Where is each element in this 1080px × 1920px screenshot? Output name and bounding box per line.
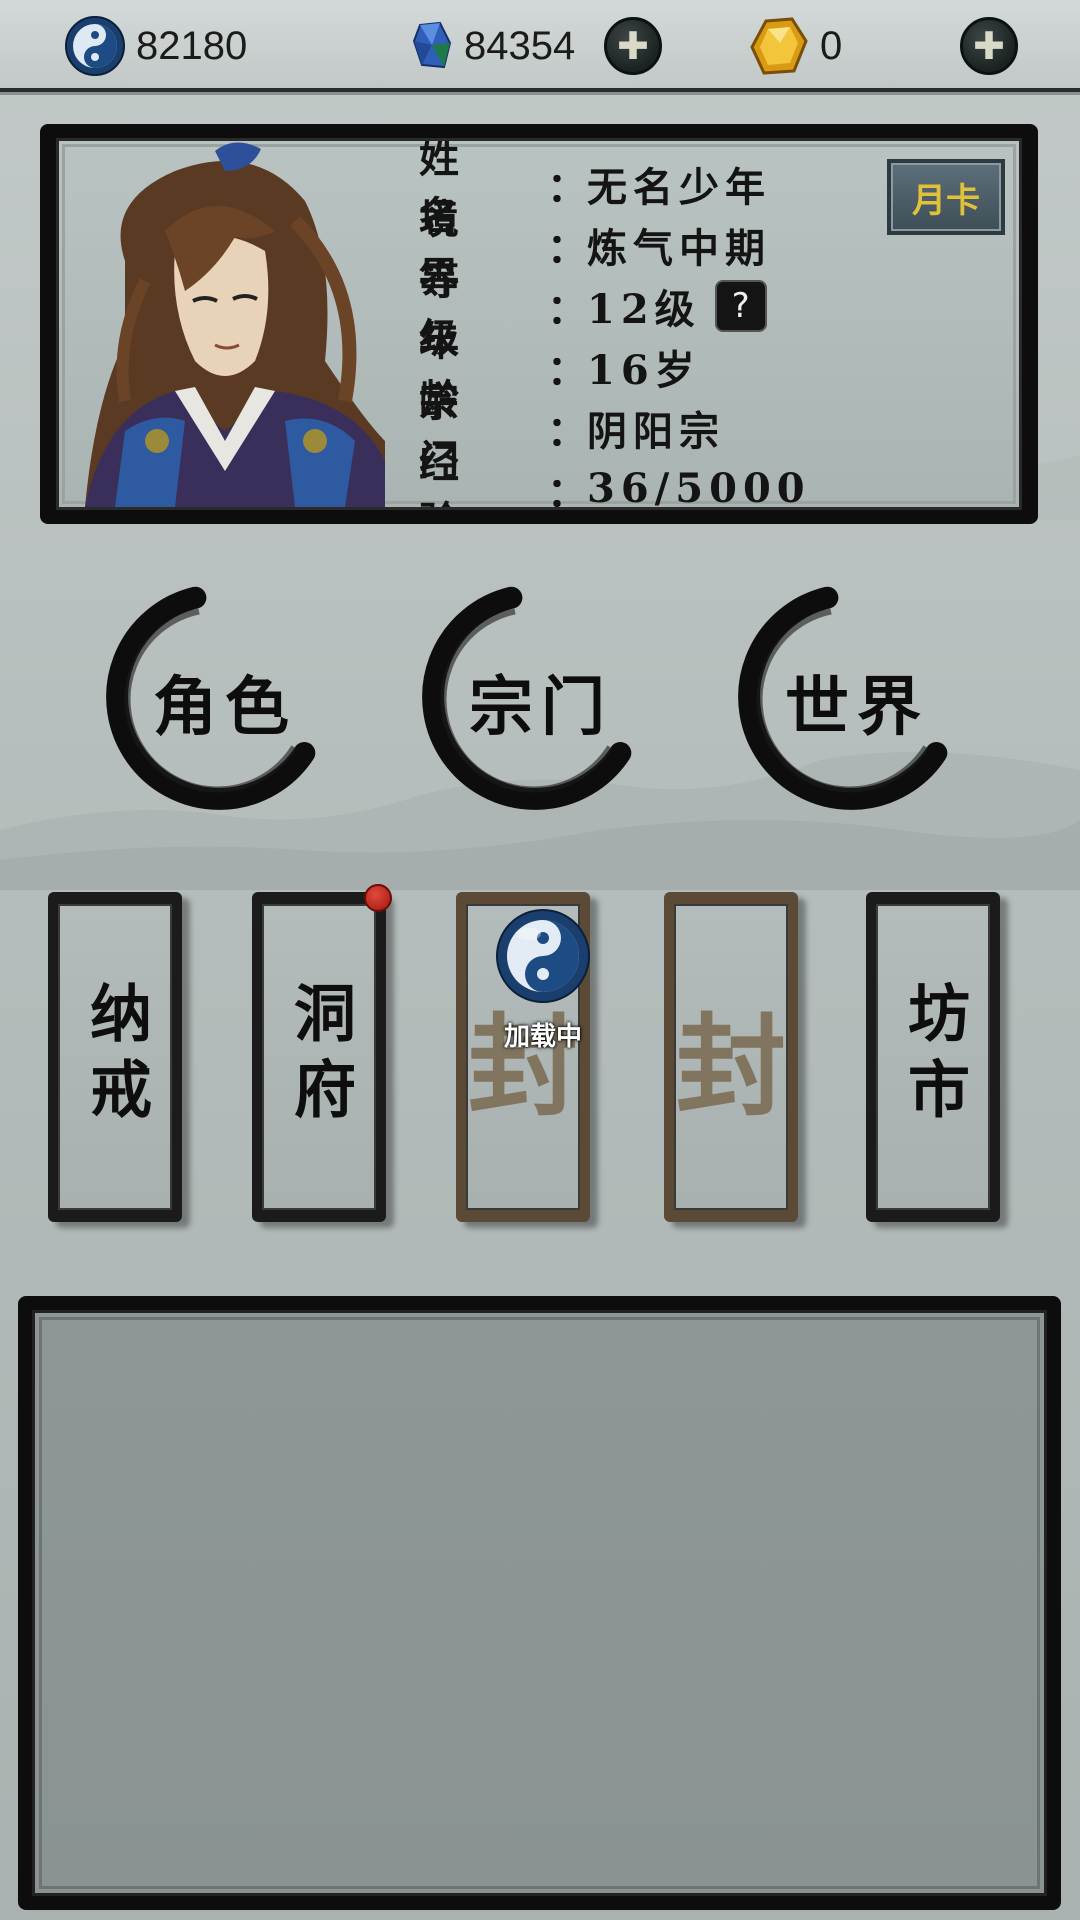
sect-value: 阴阳宗 xyxy=(587,407,725,455)
crystal-value: 84354 xyxy=(464,23,576,68)
info-colon: ： xyxy=(547,163,587,211)
info-colon: ： xyxy=(547,224,587,272)
notification-dot xyxy=(364,884,392,912)
slip-market[interactable]: 坊市 xyxy=(866,892,1000,1222)
loading-indicator: 加载中 xyxy=(488,908,598,1053)
gold-resource: 0 xyxy=(748,14,842,78)
character-circle-label: 角色 xyxy=(153,670,297,745)
crystal-resource: 84354 xyxy=(410,14,575,78)
name-value: 无名少年 xyxy=(587,163,771,211)
slip-label: 纳戒 xyxy=(79,981,152,1133)
character-panel: 姓名 ： 无名少年 境界 ： 炼气中期 等级 ： 12级 ? 年龄 ： 16岁 xyxy=(40,124,1038,524)
info-colon: ： xyxy=(547,285,587,333)
info-colon: ： xyxy=(547,346,587,394)
crystal-icon xyxy=(412,21,452,69)
slip-label: 坊市 xyxy=(897,981,970,1133)
add-crystal-button[interactable]: ✚ xyxy=(604,17,662,75)
slip-inner: 坊市 xyxy=(876,904,990,1210)
slip-sealed-2[interactable]: 封 xyxy=(664,892,798,1222)
sect-circle-label: 宗门 xyxy=(469,670,613,745)
message-area xyxy=(32,1310,1047,1896)
level-help-button[interactable]: ? xyxy=(714,279,767,332)
info-label: 经验 xyxy=(419,439,485,508)
message-frame xyxy=(18,1296,1061,1910)
exp-value: 36/5000 xyxy=(587,465,811,510)
slip-storage-ring[interactable]: 纳戒 xyxy=(48,892,182,1222)
seal-label: 封 xyxy=(676,1002,786,1131)
loading-text: 加载中 xyxy=(503,1022,582,1052)
character-info: 姓名 ： 无名少年 境界 ： 炼气中期 等级 ： 12级 ? 年龄 ： 16岁 xyxy=(419,141,811,510)
info-row-exp: 经验 ： 36/5000 xyxy=(419,440,811,510)
character-panel-inner: 姓名 ： 无名少年 境界 ： 炼气中期 等级 ： 12级 ? 年龄 ： 16岁 xyxy=(56,138,1022,510)
gold-value: 0 xyxy=(820,23,843,68)
month-card-button[interactable]: 月卡 xyxy=(887,159,1005,235)
realm-value: 炼气中期 xyxy=(587,224,771,272)
taiji-resource: 82180 xyxy=(64,14,247,78)
taiji-icon xyxy=(65,16,125,76)
taiji-value: 82180 xyxy=(136,23,248,68)
world-circle-label: 世界 xyxy=(785,670,929,745)
add-gold-button[interactable]: ✚ xyxy=(960,17,1018,75)
character-portrait xyxy=(85,142,385,507)
info-colon: ： xyxy=(547,407,587,455)
world-circle-button[interactable]: 世界 xyxy=(728,582,968,822)
slip-inner: 封 xyxy=(674,904,788,1210)
sect-circle-button[interactable]: 宗门 xyxy=(412,582,652,822)
slip-label: 洞府 xyxy=(283,981,356,1133)
info-colon: ： xyxy=(547,468,587,510)
character-circle-button[interactable]: 角色 xyxy=(96,582,336,822)
age-value: 16岁 xyxy=(587,346,701,394)
level-value: 12级 xyxy=(587,285,701,333)
gold-gem-icon xyxy=(750,17,808,75)
slip-cave-dwelling[interactable]: 洞府 xyxy=(252,884,392,1222)
taiji-loading-icon xyxy=(496,909,590,1003)
slip-inner: 洞府 xyxy=(262,904,376,1210)
slip-inner: 纳戒 xyxy=(58,904,172,1210)
resource-bar: 82180 84354 ✚ 0 ✚ xyxy=(0,0,1080,92)
